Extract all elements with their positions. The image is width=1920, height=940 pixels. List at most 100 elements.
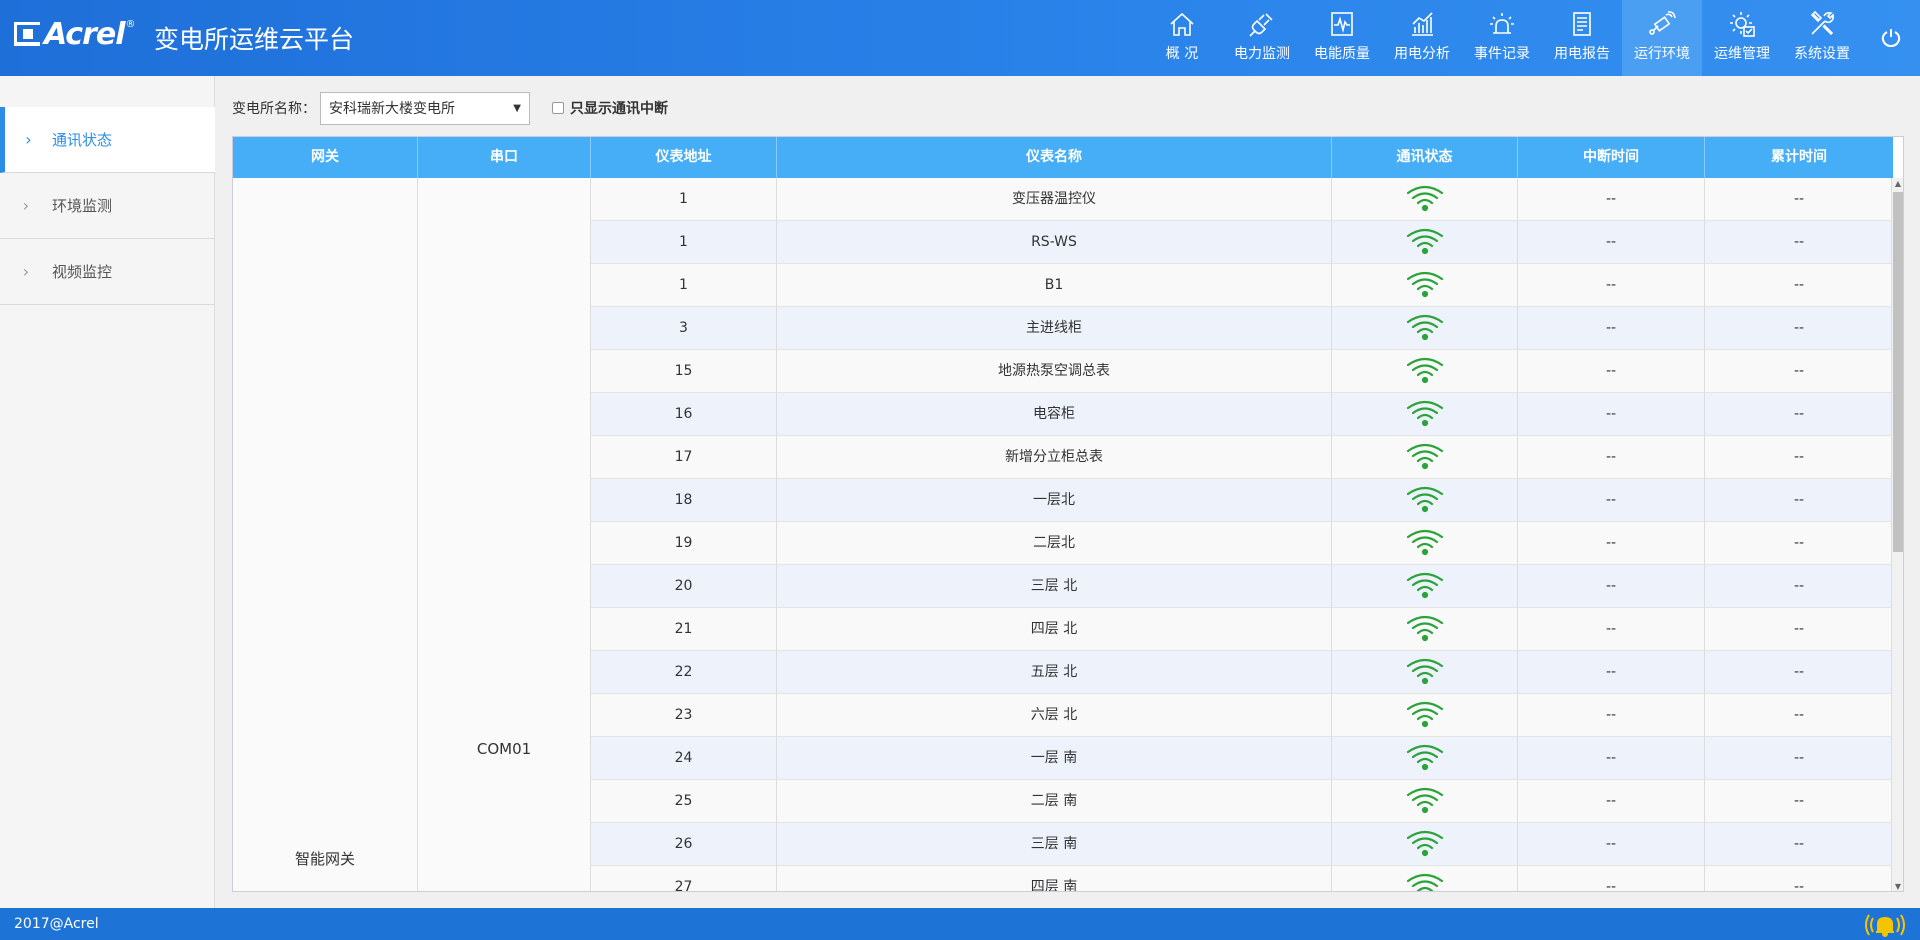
meter-name-cell: 三层 北 — [777, 565, 1332, 608]
interrupt-time-cell: -- — [1518, 866, 1705, 891]
interrupt-time-cell: -- — [1518, 436, 1705, 479]
filter-bar: 变电所名称： 安科瑞新大楼变电所 ▼ 只显示通讯中断 — [232, 91, 668, 125]
nav-run-environment[interactable]: 运行环境 — [1622, 0, 1702, 76]
waveform-icon — [1331, 12, 1353, 36]
wifi-connected-icon — [1406, 357, 1443, 383]
total-time-cell: -- — [1793, 879, 1805, 892]
col-total-time: 累计时间 — [1771, 149, 1827, 165]
total-time-cell: -- — [1793, 277, 1805, 293]
acrel-logo[interactable]: Acrel ® — [14, 14, 136, 54]
table-row[interactable]: 1 RS-WS -- -- — [591, 221, 1893, 264]
meter-address-cell: 1 — [591, 264, 777, 307]
chevron-right-icon: › — [25, 130, 32, 149]
only-interrupt-checkbox[interactable]: 只显示通讯中断 — [552, 98, 668, 118]
sidebar-item-env-monitor[interactable]: › 环境监测 — [0, 173, 215, 239]
meter-address-cell: 25 — [591, 780, 777, 823]
wifi-connected-icon — [1406, 314, 1443, 340]
meter-address-cell: 21 — [591, 608, 777, 651]
table-row[interactable]: 19 二层北 -- -- — [591, 522, 1893, 565]
col-meter-name: 仪表名称 — [777, 137, 1332, 178]
interrupt-time-cell: -- — [1518, 651, 1705, 694]
comm-status-cell — [1332, 436, 1518, 479]
comm-status-cell — [1332, 178, 1518, 221]
nav-event-log[interactable]: 事件记录 — [1462, 0, 1542, 76]
table-row[interactable]: 21 四层 北 -- -- — [591, 608, 1893, 651]
nav-power-monitor[interactable]: 电力监测 — [1222, 0, 1302, 76]
meter-address-cell: 20 — [591, 565, 777, 608]
report-icon — [1573, 12, 1591, 36]
meter-name-cell: 二层北 — [777, 522, 1332, 565]
comm-status-cell — [1332, 737, 1518, 780]
logo-mark-icon — [14, 22, 40, 46]
comm-status-cell — [1332, 350, 1518, 393]
meter-name-cell: 电容柜 — [777, 393, 1332, 436]
table-row[interactable]: 15 地源热泵空调总表 -- -- — [591, 350, 1893, 393]
comm-status-cell — [1332, 823, 1518, 866]
nav-ops-management[interactable]: 运维管理 — [1702, 0, 1782, 76]
comm-status-cell — [1332, 608, 1518, 651]
wifi-connected-icon — [1406, 744, 1443, 770]
table-row[interactable]: 26 三层 南 -- -- — [591, 823, 1893, 866]
main-nav: 概 况 电力监测 电能质量 用电分析 事件记录 用电报告 运行环境 运维管理 系… — [1142, 0, 1920, 76]
meter-address-cell: 27 — [591, 866, 777, 891]
comm-status-cell — [1332, 651, 1518, 694]
home-icon — [1170, 12, 1194, 36]
port-value: COM01 — [476, 740, 532, 758]
nav-overview[interactable]: 概 况 — [1142, 0, 1222, 76]
table-row[interactable]: 25 二层 南 -- -- — [591, 780, 1893, 823]
meter-address-cell: 17 — [591, 436, 777, 479]
table-row[interactable]: 27 四层 南 -- -- — [591, 866, 1893, 892]
col-interrupt-time: 中断时间 — [1518, 137, 1705, 178]
table-row[interactable]: 1 B1 -- -- — [591, 264, 1893, 307]
nav-usage-analysis[interactable]: 用电分析 — [1382, 0, 1462, 76]
meter-address-cell: 1 — [591, 178, 777, 221]
table-row[interactable]: 20 三层 北 -- -- — [591, 565, 1893, 608]
total-time-cell: -- — [1793, 535, 1805, 551]
comm-status-cell — [1332, 307, 1518, 350]
nav-usage-report[interactable]: 用电报告 — [1542, 0, 1622, 76]
chevron-right-icon: › — [22, 196, 30, 215]
alarm-bell-icon[interactable] — [1862, 912, 1908, 938]
wifi-connected-icon — [1406, 529, 1443, 555]
scroll-thumb[interactable] — [1893, 192, 1903, 552]
dropdown-arrow-icon: ▼ — [513, 102, 521, 114]
total-time-cell: -- — [1793, 793, 1805, 809]
comm-status-cell — [1332, 221, 1518, 264]
table-row[interactable]: 18 一层北 -- -- — [591, 479, 1893, 522]
meter-name-cell: 一层北 — [777, 479, 1332, 522]
wifi-connected-icon — [1406, 443, 1443, 469]
interrupt-time-cell: -- — [1518, 608, 1705, 651]
wifi-connected-icon — [1406, 701, 1443, 727]
scroll-up-icon[interactable]: ▲ — [1892, 178, 1903, 190]
checkbox-box[interactable] — [552, 102, 564, 114]
table-row[interactable]: 23 六层 北 -- -- — [591, 694, 1893, 737]
table-header: 网关 串口 仪表地址 仪表名称 通讯状态 中断时间 累计时间 — [233, 137, 1893, 178]
scroll-down-icon[interactable]: ▼ — [1892, 881, 1903, 891]
sidebar-item-comm-status[interactable]: › 通讯状态 — [0, 107, 215, 173]
copyright: 2017@Acrel — [14, 916, 99, 932]
station-select[interactable]: 安科瑞新大楼变电所 ▼ — [320, 91, 530, 125]
nav-power-quality[interactable]: 电能质量 — [1302, 0, 1382, 76]
chevron-right-icon: › — [22, 262, 30, 281]
table-row[interactable]: 17 新增分立柜总表 -- -- — [591, 436, 1893, 479]
table-row[interactable]: 16 电容柜 -- -- — [591, 393, 1893, 436]
sidebar-item-video-monitor[interactable]: › 视频监控 — [0, 239, 215, 305]
meter-address-cell: 15 — [591, 350, 777, 393]
interrupt-time-cell: -- — [1518, 823, 1705, 866]
main-content: 变电所名称： 安科瑞新大楼变电所 ▼ 只显示通讯中断 网关 串口 仪表地址 仪表… — [216, 76, 1920, 908]
table-row[interactable]: 24 一层 南 -- -- — [591, 737, 1893, 780]
meter-address-cell: 1 — [591, 221, 777, 264]
bar-chart-icon — [1412, 12, 1433, 36]
table-row[interactable]: 22 五层 北 -- -- — [591, 651, 1893, 694]
table-row[interactable]: 1 变压器温控仪 -- -- — [591, 178, 1893, 221]
interrupt-time-cell: -- — [1518, 694, 1705, 737]
total-time-cell: -- — [1793, 320, 1805, 336]
nav-system-settings[interactable]: 系统设置 — [1782, 0, 1862, 76]
comm-status-cell — [1332, 565, 1518, 608]
wifi-connected-icon — [1406, 572, 1443, 598]
table-row[interactable]: 3 主进线柜 -- -- — [591, 307, 1893, 350]
wifi-connected-icon — [1406, 658, 1443, 684]
table-scrollbar[interactable]: ▲ ▼ — [1891, 178, 1903, 891]
meter-name-cell: 四层 南 — [777, 866, 1332, 891]
logout-button[interactable] — [1862, 0, 1920, 76]
